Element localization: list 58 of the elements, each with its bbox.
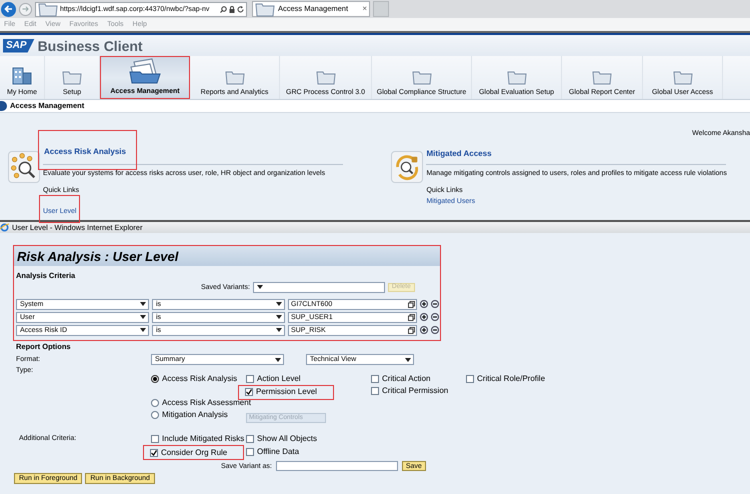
tick-icon — [151, 450, 157, 456]
caret-icon — [275, 358, 281, 362]
refresh-icon — [237, 6, 244, 12]
radio-button[interactable]: Access Risk Analysis — [151, 373, 238, 385]
caret-icon — [276, 302, 282, 306]
back-arrow-icon — [4, 5, 13, 13]
network-magnifier-icon — [8, 151, 40, 183]
folder-icon — [506, 69, 526, 85]
folder-icon — [672, 69, 692, 85]
search-icon — [220, 6, 227, 12]
saved-variants-dropdown[interactable] — [252, 282, 385, 292]
card-title-link[interactable]: Access Risk Analysis — [44, 146, 126, 156]
remove-icon[interactable] — [431, 313, 439, 321]
checkbox[interactable]: Critical Permission — [371, 386, 448, 396]
copy-icon — [408, 314, 415, 320]
checkbox[interactable]: Critical Role/Profile — [466, 374, 546, 384]
radio-button[interactable]: Mitigation Analysis — [151, 409, 228, 421]
forward-arrow-icon — [22, 6, 29, 12]
back-button[interactable] — [1, 2, 16, 16]
close-button[interactable]: × — [362, 5, 367, 13]
checkbox[interactable]: Permission Level — [245, 386, 317, 398]
caret-icon — [256, 285, 263, 289]
copy-icon — [408, 300, 415, 308]
remove-icon[interactable] — [431, 300, 439, 308]
checkbox[interactable]: Include Mitigated Risks — [151, 434, 244, 444]
folders-icon — [128, 58, 162, 84]
add-icon[interactable] — [420, 313, 428, 321]
folder-icon — [62, 69, 82, 85]
app-title: Business Client — [38, 38, 143, 52]
remove-icon[interactable] — [431, 326, 439, 334]
card-title-link[interactable]: Mitigated Access — [426, 150, 492, 158]
folder-icon — [316, 69, 336, 85]
radio-button[interactable]: Access Risk Assessment — [151, 397, 251, 409]
caret-icon — [276, 328, 282, 332]
logo: SAP — [3, 38, 35, 52]
folder-icon — [592, 69, 612, 85]
caret-icon — [140, 302, 146, 306]
checkbox[interactable]: Show All Objects — [246, 434, 318, 444]
folder-icon — [412, 69, 432, 85]
form-title: Risk Analysis : User Level — [17, 250, 178, 262]
tick-icon — [246, 389, 252, 395]
copy-icon — [408, 326, 415, 334]
caret-icon — [140, 315, 146, 319]
checkbox[interactable]: Offline Data — [246, 446, 300, 457]
browser-logo-icon — [0, 223, 9, 232]
checkbox[interactable]: Critical Action — [371, 374, 430, 384]
caret-icon — [140, 328, 146, 332]
caret-icon — [405, 358, 411, 362]
lock-icon — [229, 6, 235, 12]
cycle-magnifier-icon — [391, 151, 424, 183]
add-icon[interactable] — [420, 326, 428, 334]
checkbox[interactable]: Consider Org Rule — [150, 447, 228, 458]
folder-icon — [224, 69, 244, 85]
building-icon — [11, 65, 33, 85]
add-icon[interactable] — [420, 300, 428, 308]
checkbox[interactable]: Action Level — [246, 374, 301, 384]
caret-icon — [276, 315, 282, 319]
variant-name-field[interactable] — [276, 461, 398, 471]
